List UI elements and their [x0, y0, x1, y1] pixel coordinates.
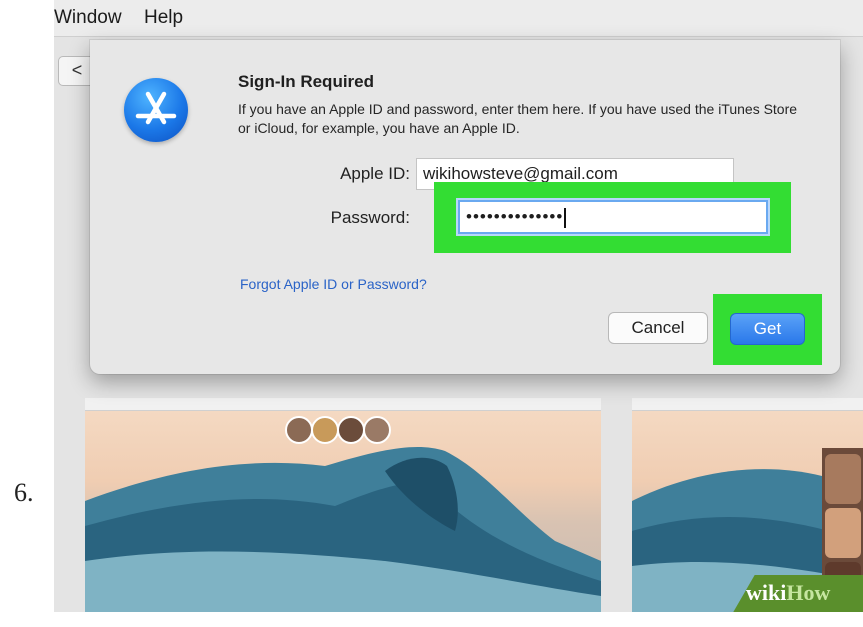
preview-menu-bar: [632, 398, 863, 411]
facetime-avatar: [337, 416, 365, 444]
facetime-avatar: [363, 416, 391, 444]
get-button[interactable]: Get: [730, 313, 805, 345]
dialog-message: If you have an Apple ID and password, en…: [238, 101, 798, 136]
app-store-icon: [124, 78, 188, 142]
password-label: Password:: [330, 208, 410, 227]
step-number: 6.: [14, 478, 34, 507]
forgot-password-link[interactable]: Forgot Apple ID or Password?: [240, 276, 427, 292]
facetime-avatar: [285, 416, 313, 444]
preview-screenshot-1[interactable]: [85, 398, 601, 612]
watermark-wiki: wiki: [746, 580, 787, 605]
sign-in-dialog: Sign-In Required If you have an Apple ID…: [90, 40, 840, 374]
text-cursor: [564, 207, 567, 228]
dialog-title: Sign-In Required: [238, 72, 374, 91]
video-tile: [825, 508, 861, 558]
preview-menu-bar: [85, 398, 601, 411]
password-mask: ••••••••••••••: [466, 207, 564, 226]
menu-window[interactable]: Window: [54, 7, 122, 29]
password-field[interactable]: ••••••••••••••: [458, 200, 768, 234]
watermark-how: How: [786, 580, 831, 605]
wikihow-watermark: wikiHow: [746, 580, 830, 606]
menu-help[interactable]: Help: [144, 7, 183, 29]
menu-bar: Window Help: [54, 0, 863, 37]
cancel-button[interactable]: Cancel: [608, 312, 708, 344]
screenshot: Window Help < Sign-In Required If you ha…: [54, 0, 863, 612]
apple-id-label: Apple ID:: [340, 164, 410, 183]
video-tile: [825, 454, 861, 504]
facetime-avatar: [311, 416, 339, 444]
